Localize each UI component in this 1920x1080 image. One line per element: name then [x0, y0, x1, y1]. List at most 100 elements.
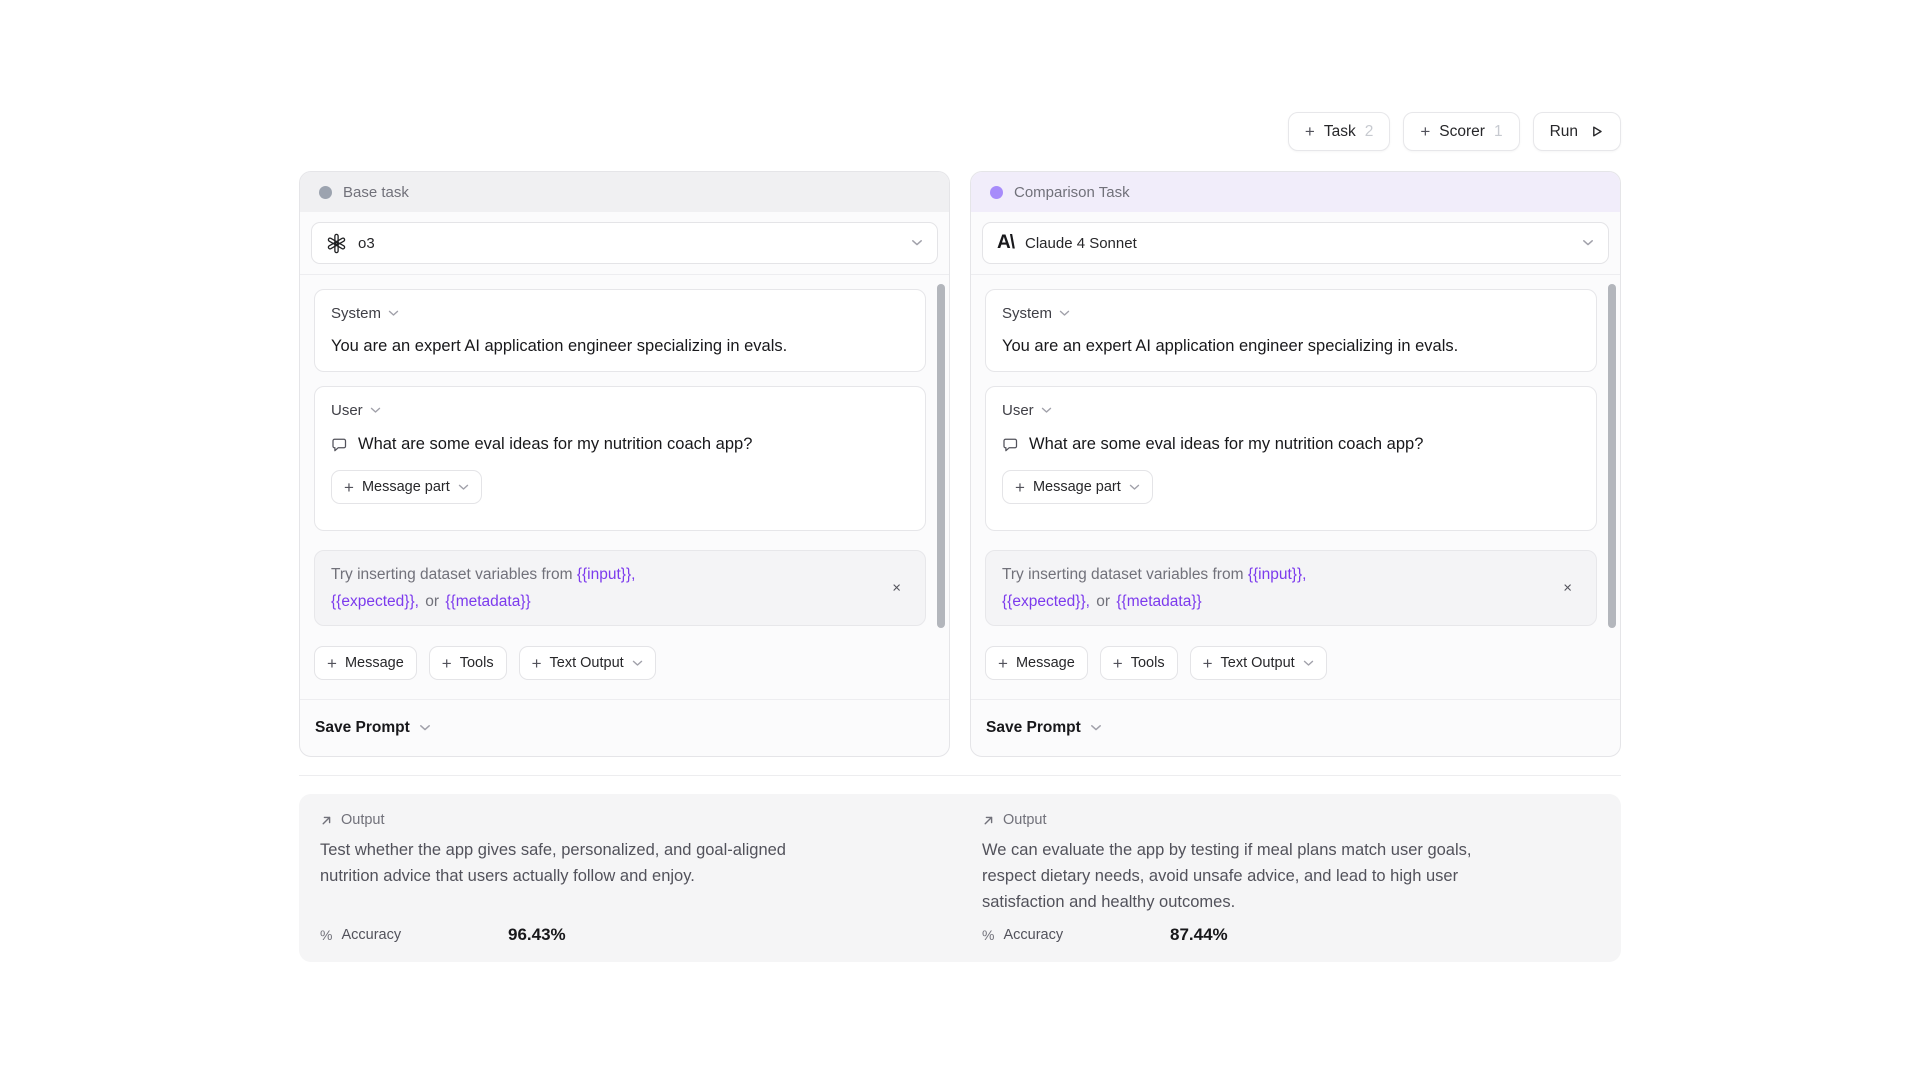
add-tools-label: Tools [1131, 655, 1165, 671]
comparison-user-message-card: User What are some eval ideas for my nut… [985, 386, 1597, 531]
plus-icon: + [442, 655, 452, 672]
base-add-message-part-button[interactable]: + Message part [331, 470, 482, 504]
comparison-actions-row: + Message + Tools + Text Output [985, 646, 1597, 680]
chevron-down-icon [1303, 660, 1314, 667]
comparison-model-name: Claude 4 Sonnet [1025, 235, 1137, 252]
base-output-label-row: Output [320, 812, 930, 828]
save-prompt-label: Save Prompt [315, 719, 410, 737]
base-add-tools-button[interactable]: + Tools [429, 646, 507, 680]
base-panel-header: Base task [300, 172, 949, 212]
plus-icon: + [344, 479, 354, 496]
comparison-system-message-text[interactable]: You are an expert AI application enginee… [1002, 337, 1580, 356]
base-save-prompt-button[interactable]: Save Prompt [300, 699, 949, 756]
comparison-dataset-variables-hint: Try inserting dataset variables from {{i… [985, 550, 1597, 626]
comparison-panel-header: Comparison Task [971, 172, 1620, 212]
plus-icon: + [1113, 655, 1123, 672]
percent-icon: % [982, 927, 994, 943]
task-panels: Base task o3 [299, 171, 1621, 757]
base-user-role-dropdown[interactable]: User [331, 402, 381, 419]
comparison-user-role-label: User [1002, 402, 1034, 419]
base-accuracy-label: Accuracy [341, 927, 401, 943]
comparison-model-select[interactable]: A\ Claude 4 Sonnet [982, 222, 1609, 264]
task-count-badge: 2 [1365, 123, 1374, 141]
divider [299, 775, 1621, 776]
comparison-panel-title: Comparison Task [1014, 184, 1130, 201]
base-system-role-dropdown[interactable]: System [331, 305, 399, 322]
percent-icon: % [320, 927, 332, 943]
base-accuracy-label-group: % Accuracy [320, 927, 508, 943]
base-model-select[interactable]: o3 [311, 222, 938, 264]
base-add-text-output-button[interactable]: + Text Output [519, 646, 656, 680]
chevron-down-icon [911, 239, 923, 247]
comparison-user-message-line: What are some eval ideas for my nutritio… [1002, 435, 1580, 454]
add-scorer-label: Scorer [1439, 123, 1485, 141]
add-task-button[interactable]: + Task 2 [1288, 112, 1390, 151]
comparison-user-role-dropdown[interactable]: User [1002, 402, 1052, 419]
comparison-save-prompt-button[interactable]: Save Prompt [971, 699, 1620, 756]
comparison-add-text-output-button[interactable]: + Text Output [1190, 646, 1327, 680]
base-output-text: Test whether the app gives safe, persona… [320, 837, 930, 889]
comparison-system-message-card: System You are an expert AI application … [985, 289, 1597, 372]
add-task-label: Task [1324, 123, 1356, 141]
base-panel-scrollbar[interactable] [937, 284, 945, 628]
hint-text-or: or [1096, 593, 1110, 610]
base-user-message-line: What are some eval ideas for my nutritio… [331, 435, 909, 454]
plus-icon: + [998, 655, 1008, 672]
run-button[interactable]: Run [1533, 112, 1621, 151]
message-bubble-icon [331, 436, 348, 453]
chevron-down-icon [1041, 407, 1052, 414]
base-add-message-button[interactable]: + Message [314, 646, 417, 680]
comparison-task-dot-icon [990, 186, 1003, 199]
message-bubble-icon [1002, 436, 1019, 453]
hint-var-input: {{input}}, [577, 566, 636, 583]
base-task-dot-icon [319, 186, 332, 199]
chevron-down-icon [419, 724, 431, 732]
base-system-message-card: System You are an expert AI application … [314, 289, 926, 372]
comparison-accuracy-row: % Accuracy 87.44% [982, 925, 1591, 945]
hint-var-metadata: {{metadata}} [1116, 593, 1201, 610]
base-system-role-label: System [331, 305, 381, 322]
base-user-role-label: User [331, 402, 363, 419]
plus-icon: + [1420, 123, 1430, 140]
add-message-label: Message [345, 655, 404, 671]
arrow-up-right-icon [320, 814, 333, 827]
toolbar: + Task 2 + Scorer 1 Run [1288, 112, 1621, 151]
comparison-panel-scrollbar[interactable] [1608, 284, 1616, 628]
base-actions-row: + Message + Tools + Text Output [314, 646, 926, 680]
comparison-add-message-part-button[interactable]: + Message part [1002, 470, 1153, 504]
base-user-message-text[interactable]: What are some eval ideas for my nutritio… [358, 435, 752, 454]
hint-var-expected: {{expected}}, [331, 593, 419, 610]
anthropic-logo-icon: A\ [997, 232, 1014, 254]
hint-var-input: {{input}}, [1248, 566, 1307, 583]
plus-icon: + [1203, 655, 1213, 672]
comparison-system-role-label: System [1002, 305, 1052, 322]
base-accuracy-row: % Accuracy 96.43% [320, 925, 930, 945]
comparison-accuracy-label: Accuracy [1003, 927, 1063, 943]
comparison-accuracy-label-group: % Accuracy [982, 927, 1170, 943]
chevron-down-icon [1090, 724, 1102, 732]
plus-icon: + [532, 655, 542, 672]
chevron-down-icon [370, 407, 381, 414]
comparison-user-message-text[interactable]: What are some eval ideas for my nutritio… [1029, 435, 1423, 454]
chevron-down-icon [1129, 484, 1140, 491]
hint-text: Try inserting dataset variables from [331, 566, 573, 583]
comparison-system-role-dropdown[interactable]: System [1002, 305, 1070, 322]
comparison-add-message-button[interactable]: + Message [985, 646, 1088, 680]
comparison-add-tools-button[interactable]: + Tools [1100, 646, 1178, 680]
scorer-count-badge: 1 [1494, 123, 1503, 141]
add-text-output-label: Text Output [1221, 655, 1295, 671]
comparison-output-text: We can evaluate the app by testing if me… [982, 837, 1591, 915]
close-icon[interactable]: × [892, 581, 901, 596]
base-panel-content: System You are an expert AI application … [300, 275, 949, 699]
hint-var-metadata: {{metadata}} [445, 593, 530, 610]
base-output-label: Output [341, 812, 385, 828]
base-system-message-text[interactable]: You are an expert AI application enginee… [331, 337, 909, 356]
comparison-accuracy-value: 87.44% [1170, 925, 1228, 945]
close-icon[interactable]: × [1563, 581, 1572, 596]
add-tools-label: Tools [460, 655, 494, 671]
base-panel-title: Base task [343, 184, 409, 201]
add-scorer-button[interactable]: + Scorer 1 [1403, 112, 1519, 151]
base-dataset-variables-hint: Try inserting dataset variables from {{i… [314, 550, 926, 626]
base-accuracy-value: 96.43% [508, 925, 566, 945]
base-task-panel: Base task o3 [299, 171, 950, 757]
